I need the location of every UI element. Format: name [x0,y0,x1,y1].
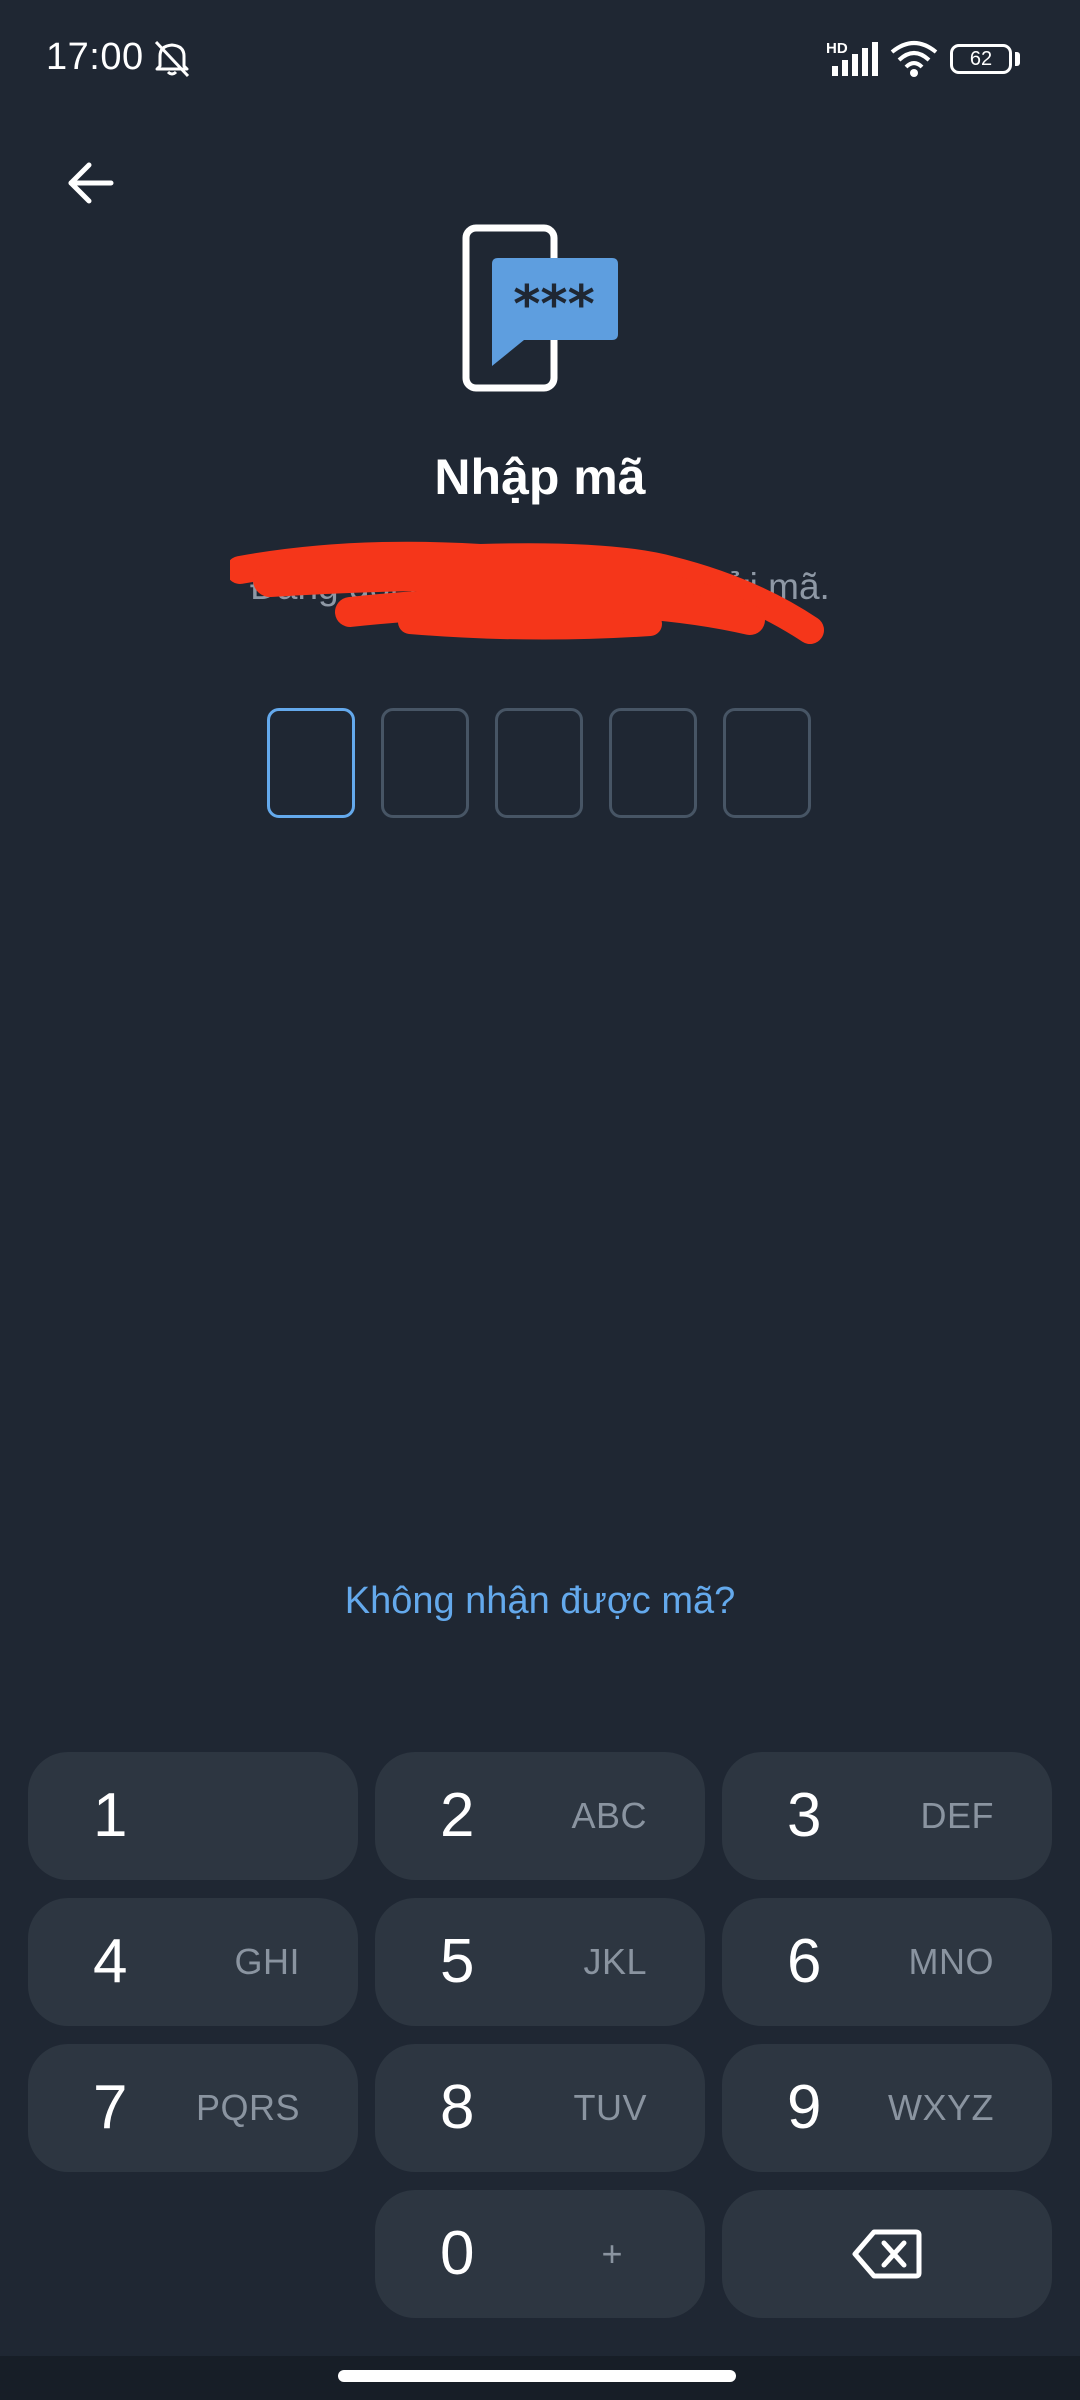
key-8[interactable]: 8 TUV [375,2044,705,2172]
key-letters: DEF [920,1795,994,1836]
code-digit-box[interactable] [381,708,469,818]
key-digit: 7 [93,2073,128,2142]
key-6[interactable]: 6 MNO [722,1898,1052,2026]
code-digit-box[interactable] [267,708,355,818]
key-digit: 8 [440,2073,475,2142]
key-letters: GHI [234,1941,300,1982]
numeric-keypad: 1 2 ABC 3 DEF 4 GHI 5 JKL 6 MNO 7 PQRS 8 [28,1752,1052,2318]
resend-code-link[interactable]: Không nhận được mã? [0,1580,1080,1623]
status-bar: 17:00 HD 62 [0,0,1080,120]
key-letters: ABC [571,1795,647,1836]
key-7[interactable]: 7 PQRS [28,2044,358,2172]
key-0[interactable]: 0 + [375,2190,705,2318]
key-9[interactable]: 9 WXYZ [722,2044,1052,2172]
key-1[interactable]: 1 [28,1752,358,1880]
code-input-group [267,708,811,818]
key-digit: 9 [787,2073,822,2142]
code-digit-box[interactable] [609,708,697,818]
phone-sms-code-icon: *** [462,224,618,392]
code-entry-screen: 17:00 HD 62 *** Nhập mã Đang gọi tới số … [0,0,1080,2400]
battery-icon: 62 [950,44,1012,74]
key-digit: 6 [787,1927,822,1996]
key-letters: TUV [573,2087,647,2128]
signal-icon [832,42,878,76]
battery-tip [1015,52,1020,66]
svg-text:***: *** [513,275,595,335]
arrow-left-icon [68,162,114,204]
key-2[interactable]: 2 ABC [375,1752,705,1880]
key-empty [28,2190,358,2318]
key-3[interactable]: 3 DEF [722,1752,1052,1880]
key-digit: 0 [440,2219,475,2288]
home-indicator[interactable] [338,2370,736,2382]
backspace-button[interactable] [722,2190,1052,2318]
key-letters: PQRS [195,2087,300,2128]
key-4[interactable]: 4 GHI [28,1898,358,2026]
mute-icon [154,40,190,78]
key-letters: JKL [583,1941,647,1982]
key-digit: 3 [787,1781,822,1850]
key-letters: WXYZ [888,2087,994,2128]
back-button[interactable] [50,148,130,218]
key-digit: 2 [440,1781,475,1850]
page-title: Nhập mã [434,449,646,505]
code-digit-box[interactable] [495,708,583,818]
key-5[interactable]: 5 JKL [375,1898,705,2026]
key-digit: 5 [440,1927,475,1996]
backspace-icon [852,2229,922,2279]
key-letters: MNO [908,1941,994,1982]
battery-level: 62 [969,48,993,70]
code-digit-box[interactable] [723,708,811,818]
status-time: 17:00 [46,36,144,78]
key-digit: 4 [93,1927,128,1996]
wifi-icon [890,41,938,77]
redaction-mark [230,541,824,644]
key-digit: 1 [93,1781,128,1850]
key-letters: + [601,2233,623,2274]
